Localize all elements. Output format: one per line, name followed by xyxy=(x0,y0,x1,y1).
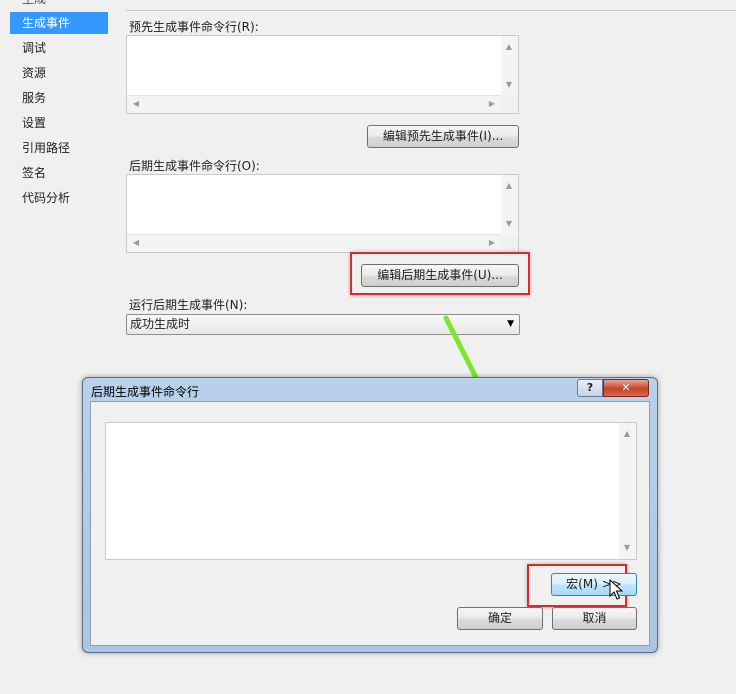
dialog-vertical-scrollbar[interactable]: ▲ ▼ xyxy=(619,423,636,559)
close-icon[interactable]: ✕ xyxy=(603,379,649,397)
help-icon[interactable]: ? xyxy=(577,379,603,397)
dialog-body: ▲ ▼ 宏(M) >> 确定 取消 xyxy=(90,401,650,646)
dialog-command-textbox[interactable]: ▲ ▼ xyxy=(105,422,637,560)
scroll-up-icon[interactable]: ▲ xyxy=(621,429,633,439)
cancel-button[interactable]: 取消 xyxy=(552,607,637,630)
macro-button[interactable]: 宏(M) >> xyxy=(551,573,637,596)
dialog-title: 后期生成事件命令行 xyxy=(91,385,200,399)
scroll-down-icon[interactable]: ▼ xyxy=(621,543,633,553)
ok-button[interactable]: 确定 xyxy=(457,607,543,630)
postbuild-dialog: 后期生成事件命令行 ? ✕ ▲ ▼ 宏(M) >> 确定 取消 xyxy=(82,377,658,653)
mouse-pointer-icon xyxy=(609,579,623,600)
